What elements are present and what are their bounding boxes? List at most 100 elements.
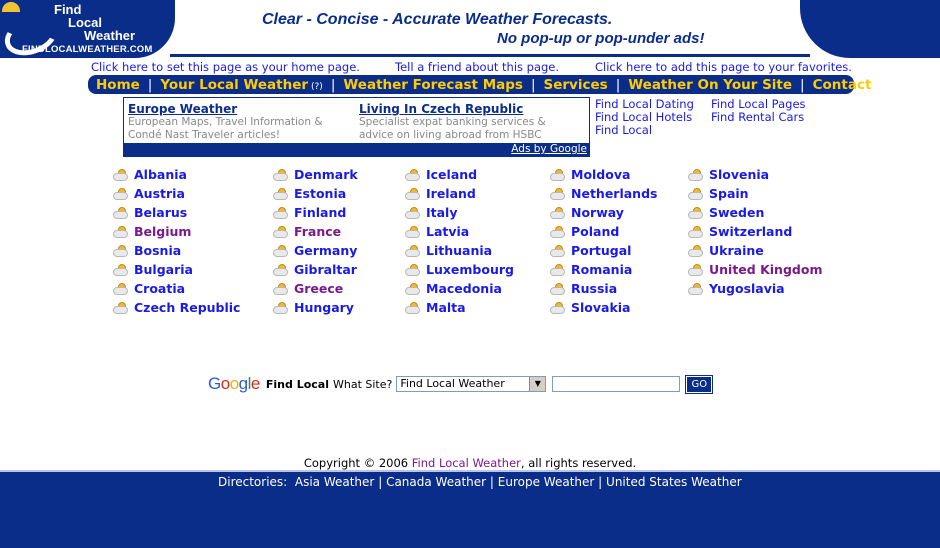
country-link-belgium[interactable]: Belgium — [113, 222, 240, 241]
google-logo-letter: o — [220, 374, 230, 393]
weather-sun-cloud-icon — [550, 168, 565, 181]
nav-weather-on-your-site[interactable]: Weather On Your Site — [628, 77, 792, 93]
country-link-russia[interactable]: Russia — [550, 279, 657, 298]
country-link-estonia[interactable]: Estonia — [273, 184, 358, 203]
country-link-ireland[interactable]: Ireland — [405, 184, 514, 203]
country-label: Moldova — [571, 167, 631, 182]
ad-title[interactable]: Europe Weather — [128, 102, 343, 116]
ads-by-google-link[interactable]: Ads by Google — [511, 143, 587, 155]
country-link-denmark[interactable]: Denmark — [273, 165, 358, 184]
country-label: Belgium — [134, 224, 192, 239]
country-label: Latvia — [426, 224, 470, 239]
country-link-norway[interactable]: Norway — [550, 203, 657, 222]
country-label: Malta — [426, 300, 466, 315]
country-column: Albania Austria Belarus Belgium Bosnia Bulgar… — [113, 165, 240, 317]
country-column: Iceland Ireland Italy Latvia Lithuania Luxemb… — [405, 165, 514, 317]
country-link-yugoslavia[interactable]: Yugoslavia — [688, 279, 822, 298]
dir-asia-weather[interactable]: Asia Weather — [295, 475, 375, 489]
site-header: Find Local Weather FINDLOCALWEATHER.COM … — [0, 0, 940, 58]
go-button[interactable]: GO — [685, 374, 714, 394]
dir-united-states-weather[interactable]: United States Weather — [606, 475, 742, 489]
ads-box: Europe Weather European Maps, Travel Inf… — [123, 97, 590, 157]
country-link-bosnia[interactable]: Bosnia — [113, 241, 240, 260]
dir-europe-weather[interactable]: Europe Weather — [498, 475, 595, 489]
ad-europe-weather[interactable]: Europe Weather European Maps, Travel Inf… — [128, 102, 343, 141]
country-link-united-kingdom[interactable]: United Kingdom — [688, 260, 822, 279]
nav-forecast-maps[interactable]: Weather Forecast Maps — [343, 77, 523, 93]
country-label: Ireland — [426, 186, 476, 201]
weather-sun-cloud-icon — [688, 263, 703, 276]
country-label: Spain — [709, 186, 749, 201]
site-select-value: Find Local Weather — [400, 377, 505, 390]
weather-sun-cloud-icon — [405, 263, 420, 276]
country-link-slovakia[interactable]: Slovakia — [550, 298, 657, 317]
country-link-romania[interactable]: Romania — [550, 260, 657, 279]
help-icon[interactable]: (?) — [311, 82, 323, 92]
directories: Directories: Asia Weather | Canada Weath… — [218, 475, 742, 489]
site-logo[interactable]: Find Local Weather FINDLOCALWEATHER.COM — [0, 0, 175, 58]
nav-home[interactable]: Home — [96, 77, 140, 93]
country-link-switzerland[interactable]: Switzerland — [688, 222, 822, 241]
country-link-poland[interactable]: Poland — [550, 222, 657, 241]
ads-by-google-bar: Ads by Google — [124, 143, 589, 156]
nav-your-local-weather[interactable]: Your Local Weather (?) — [160, 77, 322, 93]
country-link-albania[interactable]: Albania — [113, 165, 240, 184]
ad-title[interactable]: Living In Czech Republic — [359, 102, 574, 116]
country-link-france[interactable]: France — [273, 222, 358, 241]
country-label: Bulgaria — [134, 262, 193, 277]
dir-canada-weather[interactable]: Canada Weather — [386, 475, 486, 489]
country-label: Estonia — [294, 186, 347, 201]
country-link-ukraine[interactable]: Ukraine — [688, 241, 822, 260]
copyright: Copyright © 2006 Find Local Weather, all… — [0, 456, 940, 470]
google-logo-letter: o — [229, 374, 239, 393]
country-link-germany[interactable]: Germany — [273, 241, 358, 260]
country-link-finland[interactable]: Finland — [273, 203, 358, 222]
ad-description: European Maps, Travel Information & — [128, 116, 323, 128]
add-favorites-link[interactable]: Click here to add this page to your favo… — [595, 60, 852, 74]
country-link-malta[interactable]: Malta — [405, 298, 514, 317]
country-link-luxembourg[interactable]: Luxembourg — [405, 260, 514, 279]
country-link-netherlands[interactable]: Netherlands — [550, 184, 657, 203]
country-link-italy[interactable]: Italy — [405, 203, 514, 222]
chevron-down-icon[interactable]: ▼ — [529, 377, 546, 391]
ad-czech-republic[interactable]: Living In Czech Republic Specialist expa… — [359, 102, 574, 141]
country-link-portugal[interactable]: Portugal — [550, 241, 657, 260]
country-link-hungary[interactable]: Hungary — [273, 298, 358, 317]
country-link-lithuania[interactable]: Lithuania — [405, 241, 514, 260]
find-local-link[interactable]: Find Local — [595, 124, 694, 137]
country-link-spain[interactable]: Spain — [688, 184, 822, 203]
tell-friend-link[interactable]: Tell a friend about this page. — [395, 60, 559, 74]
country-link-slovenia[interactable]: Slovenia — [688, 165, 822, 184]
country-link-belarus[interactable]: Belarus — [113, 203, 240, 222]
country-link-greece[interactable]: Greece — [273, 279, 358, 298]
copyright-link[interactable]: Find Local Weather — [412, 456, 521, 470]
country-link-bulgaria[interactable]: Bulgaria — [113, 260, 240, 279]
country-link-moldova[interactable]: Moldova — [550, 165, 657, 184]
country-link-croatia[interactable]: Croatia — [113, 279, 240, 298]
country-link-latvia[interactable]: Latvia — [405, 222, 514, 241]
nav-contact[interactable]: Contact — [813, 77, 872, 93]
site-select[interactable]: Find Local Weather ▼ — [396, 376, 547, 392]
country-label: Romania — [571, 262, 633, 277]
find-rental-cars-link[interactable]: Find Rental Cars — [711, 111, 806, 124]
country-label: Finland — [294, 205, 347, 220]
country-link-czech-republic[interactable]: Czech Republic — [113, 298, 240, 317]
directories-label: Directories: — [218, 475, 288, 489]
country-link-macedonia[interactable]: Macedonia — [405, 279, 514, 298]
weather-sun-cloud-icon — [113, 225, 128, 238]
nav-services[interactable]: Services — [544, 77, 608, 93]
weather-sun-cloud-icon — [273, 244, 288, 257]
google-logo: Google — [208, 374, 260, 394]
set-homepage-link[interactable]: Click here to set this page as your home… — [91, 60, 360, 74]
country-link-gibraltar[interactable]: Gibraltar — [273, 260, 358, 279]
country-link-sweden[interactable]: Sweden — [688, 203, 822, 222]
country-link-austria[interactable]: Austria — [113, 184, 240, 203]
site-search: Google Find Local What Site? Find Local … — [208, 374, 714, 394]
weather-sun-cloud-icon — [405, 225, 420, 238]
side-links-col-1: Find Local Dating Find Local Hotels Find… — [595, 98, 694, 137]
weather-sun-cloud-icon — [550, 187, 565, 200]
country-link-iceland[interactable]: Iceland — [405, 165, 514, 184]
search-input[interactable] — [552, 376, 681, 392]
top-links: Click here to set this page as your home… — [0, 60, 940, 74]
weather-sun-cloud-icon — [550, 301, 565, 314]
